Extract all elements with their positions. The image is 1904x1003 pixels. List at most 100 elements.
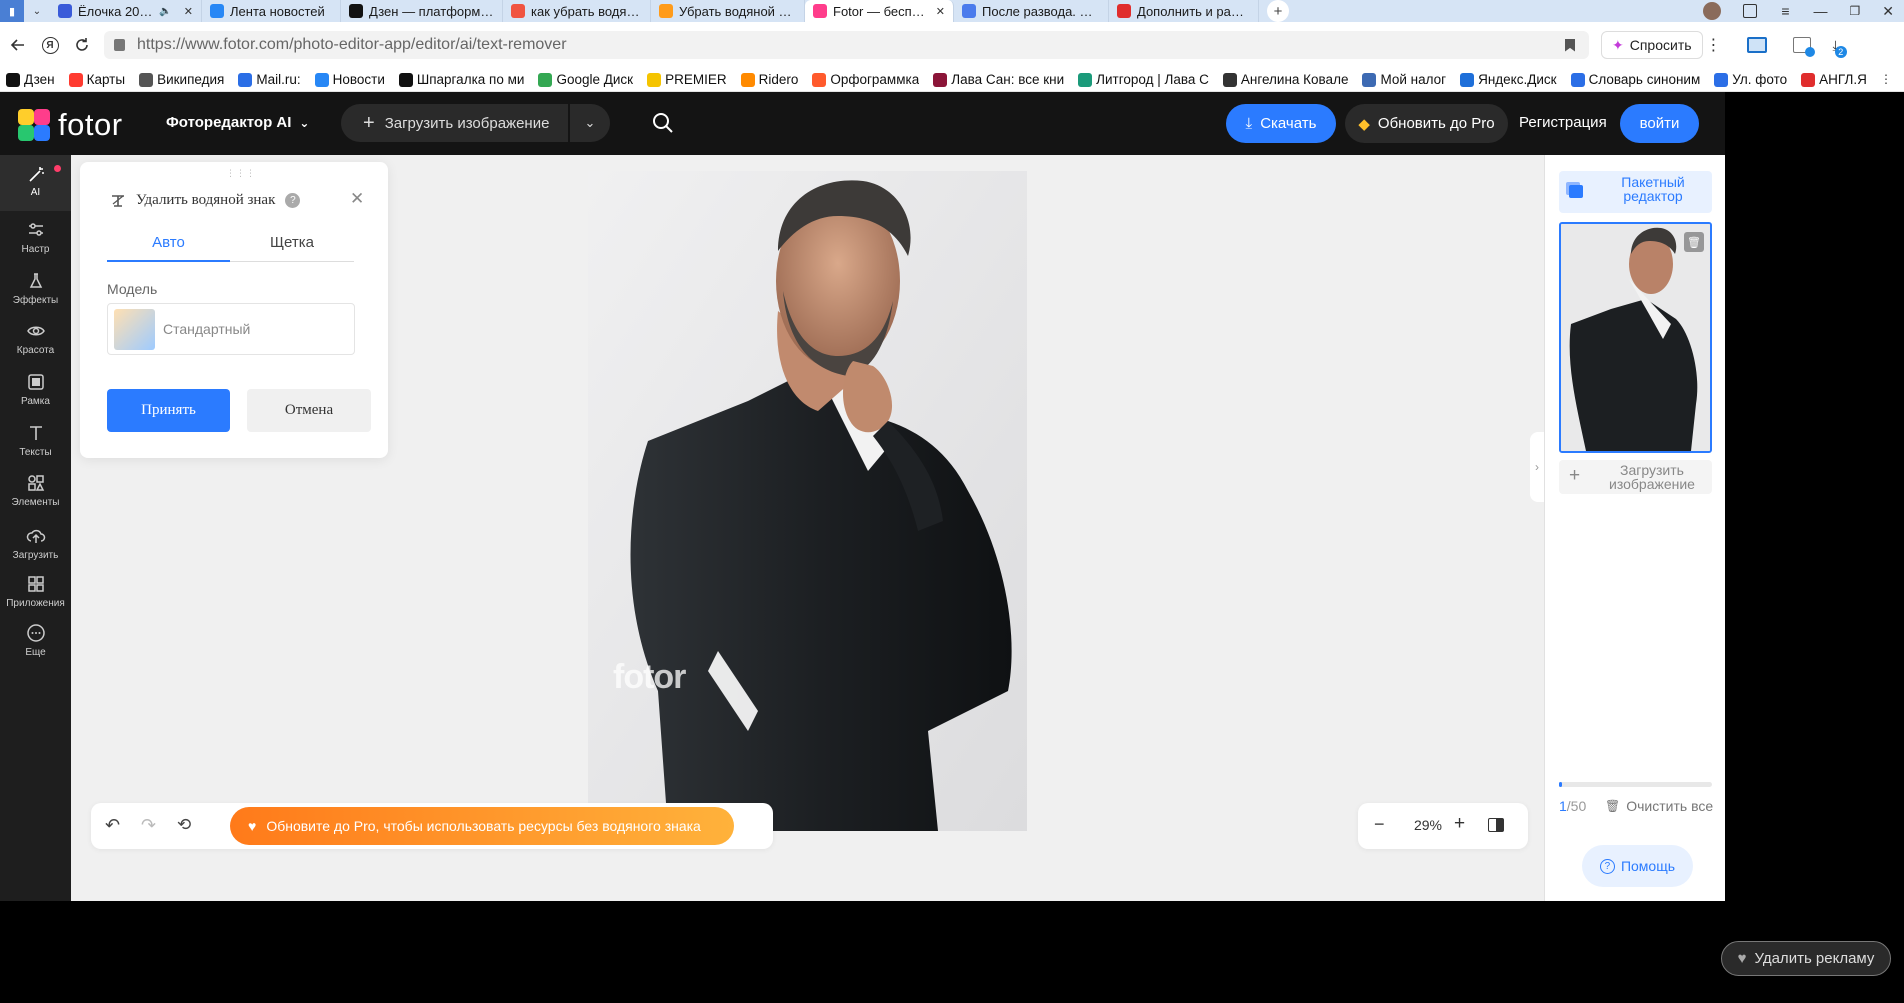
tab-brush[interactable]: Щетка — [230, 234, 354, 262]
register-link[interactable]: Регистрация — [1519, 114, 1607, 131]
bookmark-item[interactable]: Дзен — [6, 72, 55, 87]
bookmark-item[interactable]: Ridero — [740, 72, 798, 87]
upgrade-promo-banner[interactable]: ♥ Обновите до Pro, чтобы использовать ре… — [230, 807, 734, 845]
sidebar-item[interactable]: Эффекты — [0, 271, 71, 306]
browser-menu-button[interactable]: ▮ — [0, 0, 24, 22]
clear-all-button[interactable]: 🗑 Очистить все — [1605, 798, 1713, 814]
bookmark-item[interactable]: Mail.ru: — [238, 72, 301, 87]
collections-icon[interactable] — [1743, 4, 1758, 18]
bookmark-item[interactable]: Орфограммка — [812, 72, 919, 87]
sidebar-item[interactable]: Рамка — [0, 372, 71, 407]
remove-ads-button[interactable]: ♥ Удалить рекламу — [1721, 941, 1891, 976]
browser-tab[interactable]: Ёлочка 2025 🔈 ✕ — [50, 0, 202, 22]
delete-thumbnail-icon[interactable]: 🗑 — [1684, 232, 1704, 252]
browser-tab[interactable]: Дзен — платформа для — [341, 0, 503, 22]
profile-avatar[interactable] — [1703, 2, 1722, 20]
bookmark-item[interactable]: Новости — [314, 72, 385, 87]
tab-auto[interactable]: Авто — [107, 234, 230, 262]
model-select[interactable]: Стандартный — [107, 303, 355, 355]
help-icon[interactable]: ? — [285, 193, 301, 208]
browser-settings-icon[interactable]: ≡ — [1781, 3, 1789, 19]
bookmark-item[interactable]: Лава Сан: все кни — [933, 72, 1064, 87]
upload-image-button[interactable]: + Загрузить изображение — [341, 104, 568, 142]
bookmark-item[interactable]: Ул. фото — [1714, 72, 1787, 87]
browser-tab[interactable]: Лента новостей — [202, 0, 341, 22]
ask-ai-button[interactable]: ✦ Спросить — [1601, 31, 1703, 59]
bookmark-item[interactable]: Мой налог — [1362, 72, 1446, 87]
bookmark-item[interactable]: Яндекс.Диск — [1460, 72, 1557, 87]
bookmark-item[interactable]: Карты — [68, 72, 125, 87]
sidebar-item[interactable]: Приложения — [0, 574, 71, 609]
reload-button[interactable] — [66, 29, 98, 61]
sidebar-item[interactable]: Элементы — [0, 473, 71, 508]
sidebar-item[interactable]: Загрузить — [0, 526, 71, 561]
upload-dropdown-button[interactable]: ⌄ — [570, 104, 610, 142]
bookmark-label: Дзен — [24, 72, 55, 87]
bookmark-item[interactable]: Google Диск — [538, 72, 633, 87]
bookmark-item[interactable]: Словарь синоним — [1570, 72, 1701, 87]
panel-drag-handle[interactable]: ⋮⋮⋮ — [226, 168, 256, 179]
window-minimize-button[interactable]: — — [1814, 3, 1828, 19]
reset-icon[interactable]: ⟲ — [177, 815, 191, 835]
downloads-icon[interactable]: ⤓ 2 — [1833, 37, 1847, 58]
upgrade-pro-button[interactable]: ◆ Обновить до Pro — [1345, 104, 1508, 143]
browser-tab[interactable]: Fotor — бесплатный ✕ — [805, 0, 954, 22]
close-tab-icon[interactable]: ✕ — [184, 5, 193, 18]
sidebar-item[interactable]: Еще — [0, 623, 71, 658]
zoom-out-button[interactable]: − — [1374, 814, 1385, 835]
sidebar-item[interactable]: Настр — [0, 220, 71, 255]
zoom-in-button[interactable]: + — [1454, 813, 1465, 835]
cancel-button[interactable]: Отмена — [247, 389, 371, 432]
compare-icon[interactable] — [1488, 818, 1504, 832]
screen-capture-icon[interactable] — [1746, 37, 1767, 53]
close-tab-icon[interactable]: ✕ — [936, 5, 945, 18]
bookmark-item[interactable]: PREMIER — [647, 72, 727, 87]
browser-tab[interactable]: После развода. Прощен — [954, 0, 1109, 22]
back-button[interactable] — [2, 29, 34, 61]
login-button[interactable]: войти — [1620, 104, 1699, 143]
bookmark-icon[interactable] — [1565, 38, 1575, 52]
search-icon[interactable] — [652, 112, 674, 137]
download-button[interactable]: ⤓ Скачать — [1226, 104, 1336, 143]
sidebar-item[interactable]: Красота — [0, 321, 71, 356]
editor-mode-dropdown[interactable]: Фоторедактор AI ⌄ — [166, 114, 309, 131]
bookmark-item[interactable]: Литгород | Лава С — [1078, 72, 1209, 87]
thumbnail-photo — [1561, 224, 1710, 451]
image-thumbnail[interactable]: 🗑 — [1559, 222, 1712, 453]
close-icon[interactable]: ✕ — [350, 189, 364, 209]
apply-button[interactable]: Принять — [107, 389, 230, 432]
bookmark-label: Словарь синоним — [1588, 72, 1701, 87]
redo-icon[interactable]: ↷ — [141, 815, 156, 836]
batch-editor-button[interactable]: Пакетный редактор — [1559, 171, 1712, 213]
bookmarks-more-icon[interactable]: ⋮ — [1880, 72, 1892, 86]
edited-photo[interactable]: fotor — [588, 171, 1027, 831]
undo-icon[interactable]: ↶ — [105, 815, 120, 836]
flask-icon — [29, 273, 42, 288]
browser-tab[interactable]: Дополнить и расширит — [1109, 0, 1259, 22]
collapse-right-panel-button[interactable]: › — [1530, 432, 1544, 502]
extension-icon[interactable] — [1792, 37, 1815, 57]
browser-tab[interactable]: как убрать водяные зна — [503, 0, 651, 22]
window-close-button[interactable]: ✕ — [1882, 3, 1894, 20]
yandex-home-button[interactable]: Я — [34, 29, 66, 61]
help-button[interactable]: ? Помощь — [1582, 845, 1693, 887]
new-tab-button[interactable]: + — [1267, 0, 1289, 22]
history-toolbar: ↶ ↷ ⟲ ♥ Обновите до Pro, чтобы использов… — [91, 803, 773, 849]
bookmark-favicon-icon — [1362, 72, 1377, 87]
sidebar-item-label: Приложения — [6, 598, 65, 609]
fotor-logo[interactable]: fotor — [18, 107, 123, 143]
address-menu-icon[interactable]: ⋮ — [1703, 31, 1725, 59]
bookmark-item[interactable]: Ангелина Ковале — [1222, 72, 1348, 87]
window-restore-button[interactable]: ❐ — [1850, 4, 1861, 18]
mute-icon[interactable]: 🔈 — [159, 6, 171, 17]
bookmark-item[interactable]: Википедия — [139, 72, 224, 87]
sidebar-item[interactable]: AI — [0, 163, 71, 198]
bookmark-item[interactable]: Шпаргалка по ми — [398, 72, 524, 87]
clear-all-label: Очистить все — [1626, 798, 1714, 814]
sidebar-item[interactable]: Тексты — [0, 423, 71, 458]
url-field[interactable]: https://www.fotor.com /photo-editor-app/… — [104, 31, 1589, 59]
browser-tab[interactable]: Убрать водяной знак с — [651, 0, 805, 22]
upload-image-panel-button[interactable]: + Загрузить изображение — [1559, 460, 1712, 494]
bookmark-item[interactable]: АНГЛ.Я — [1801, 72, 1867, 87]
tabs-dropdown-icon[interactable]: ⌄ — [24, 0, 50, 22]
